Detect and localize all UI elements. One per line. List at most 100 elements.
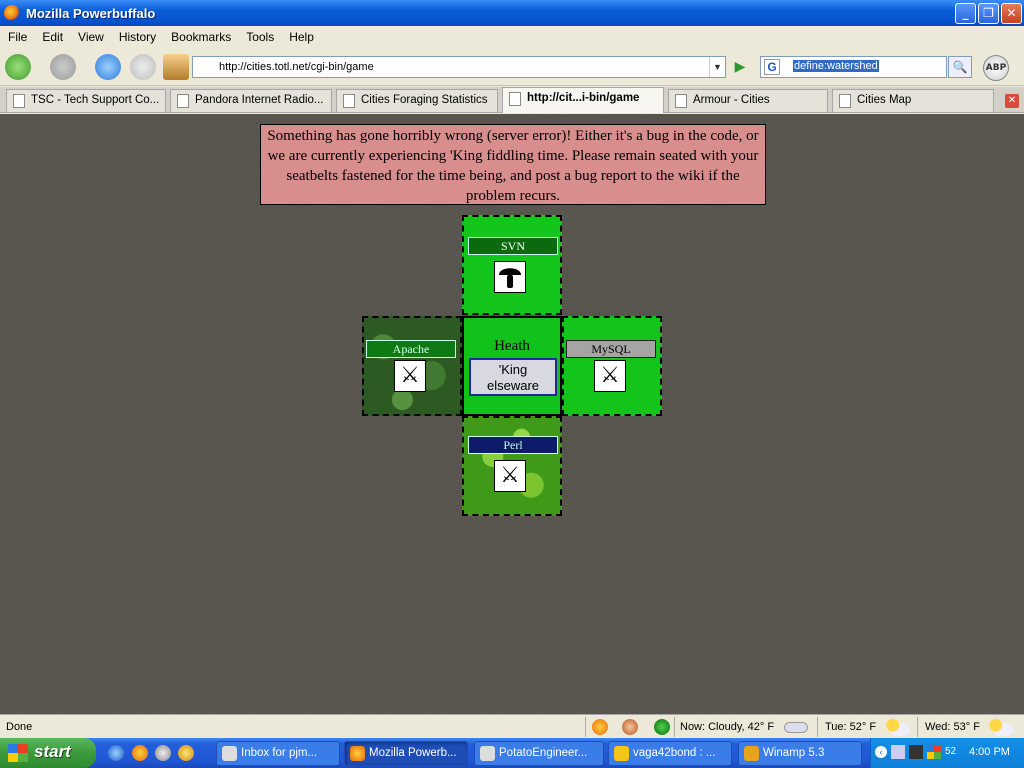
- start-button[interactable]: start: [0, 738, 96, 768]
- search-text: define:watershed: [793, 60, 879, 72]
- partly-cloudy-icon: [988, 718, 1014, 736]
- winamp-icon: [744, 746, 759, 761]
- taskbar: start Inbox for pjm... Mozilla Powerb...…: [0, 738, 1024, 768]
- crossed-swords-icon[interactable]: ⚔: [394, 360, 426, 392]
- tile-east[interactable]: MySQL ⚔: [562, 316, 662, 416]
- adblock-button[interactable]: ABP: [983, 55, 1009, 81]
- weather-tue[interactable]: Tue: 52° F: [825, 721, 876, 733]
- task-vaga42bond[interactable]: vaga42bond : ...: [608, 741, 732, 766]
- tab-armour[interactable]: Armour - Cities: [668, 89, 828, 112]
- page-content: Something has gone horribly wrong (serve…: [0, 114, 1024, 714]
- task-label: PotatoEngineer...: [499, 747, 588, 759]
- network-icon[interactable]: [909, 745, 923, 759]
- reload-button[interactable]: [95, 54, 121, 80]
- menu-history[interactable]: History: [119, 30, 156, 44]
- back-button[interactable]: [5, 54, 31, 80]
- tab-favicon: [177, 94, 189, 108]
- start-label: start: [34, 742, 71, 761]
- stop-button[interactable]: [130, 54, 156, 80]
- menu-file[interactable]: File: [8, 30, 27, 44]
- task-potatoengineer[interactable]: PotatoEngineer...: [474, 741, 604, 766]
- tray-expand-icon[interactable]: ‹: [875, 746, 887, 758]
- task-label: Inbox for pjm...: [241, 747, 318, 759]
- crossed-swords-icon[interactable]: ⚔: [494, 460, 526, 492]
- menu-bar: File Edit View History Bookmarks Tools H…: [0, 26, 1024, 48]
- status-indicator-icon[interactable]: [654, 719, 670, 735]
- mushroom-icon[interactable]: [494, 261, 526, 293]
- error-message: Something has gone horribly wrong (serve…: [260, 124, 766, 205]
- firefox-quicklaunch-icon[interactable]: [132, 745, 148, 761]
- weather-wed[interactable]: Wed: 53° F: [925, 721, 980, 733]
- task-inbox[interactable]: Inbox for pjm...: [216, 741, 340, 766]
- menu-help[interactable]: Help: [289, 30, 314, 44]
- king-elseware-button[interactable]: 'King elseware: [469, 358, 557, 396]
- tile-center: Heath 'King elseware: [462, 316, 562, 416]
- go-icon[interactable]: ▶: [731, 58, 749, 76]
- magnifier-icon[interactable]: 🔍: [948, 56, 972, 78]
- tab-label: TSC - Tech Support Co...: [31, 94, 160, 106]
- mail-icon: [222, 746, 237, 761]
- tile-west-label: Apache: [366, 340, 456, 358]
- url-input[interactable]: http://cities.totl.net/cgi-bin/game ▼: [192, 56, 726, 78]
- tile-west[interactable]: Apache ⚔: [362, 316, 462, 416]
- tab-favicon: [343, 94, 355, 108]
- status-text: Done: [6, 721, 33, 733]
- tab-cities-map[interactable]: Cities Map: [832, 89, 994, 112]
- title-bar: Mozilla Powerbuffalo _ ❐ ✕: [0, 0, 1024, 26]
- home-icon[interactable]: [163, 54, 189, 80]
- close-button[interactable]: ✕: [1001, 3, 1022, 24]
- tab-favicon: [839, 94, 851, 108]
- location-name: Heath: [494, 338, 530, 354]
- chat-icon: [480, 746, 495, 761]
- monkey-icon[interactable]: [622, 719, 638, 735]
- maximize-button[interactable]: ❐: [978, 3, 999, 24]
- system-tray: ‹ 52 4:00 PM: [870, 738, 1024, 768]
- menu-view[interactable]: View: [78, 30, 104, 44]
- menu-edit[interactable]: Edit: [42, 30, 63, 44]
- tab-favicon: [509, 92, 521, 106]
- url-dropdown-icon[interactable]: ▼: [709, 57, 725, 77]
- tab-game[interactable]: http://cit...i-bin/game: [502, 87, 664, 113]
- minimize-button[interactable]: _: [955, 3, 976, 24]
- volume-icon[interactable]: [891, 745, 905, 759]
- task-label: Mozilla Powerb...: [369, 747, 457, 759]
- status-bar: Done Now: Cloudy, 42° F Tue: 52° F Wed: …: [0, 714, 1024, 738]
- forward-button[interactable]: [50, 54, 76, 80]
- tab-label: Cities Map: [857, 94, 912, 106]
- menu-bookmarks[interactable]: Bookmarks: [171, 30, 231, 44]
- aim-icon: [614, 746, 629, 761]
- tile-north-label: SVN: [468, 237, 558, 255]
- menu-tools[interactable]: Tools: [246, 30, 274, 44]
- tile-east-label: MySQL: [566, 340, 656, 358]
- weather-now[interactable]: Now: Cloudy, 42° F: [680, 721, 774, 733]
- ie-icon[interactable]: [108, 745, 124, 761]
- tile-south[interactable]: Perl ⚔: [462, 416, 562, 516]
- tab-label: Cities Foraging Statistics: [361, 94, 488, 106]
- task-mozilla[interactable]: Mozilla Powerb...: [344, 741, 468, 766]
- tray-app-icon[interactable]: [927, 745, 941, 759]
- task-winamp[interactable]: Winamp 5.3: [738, 741, 862, 766]
- tab-label: http://cit...i-bin/game: [527, 92, 640, 104]
- windows-logo-icon: [8, 744, 28, 762]
- tab-tsc[interactable]: TSC - Tech Support Co...: [6, 89, 166, 112]
- tab-label: Pandora Internet Radio...: [195, 94, 324, 106]
- tab-favicon: [13, 94, 25, 108]
- task-label: Winamp 5.3: [763, 747, 825, 759]
- task-label: vaga42bond : ...: [633, 747, 716, 759]
- cloud-icon: [784, 722, 808, 733]
- tray-number[interactable]: 52: [945, 746, 956, 757]
- partly-cloudy-icon: [885, 718, 911, 736]
- firefox-status-icon[interactable]: [592, 719, 608, 735]
- app-quicklaunch-icon[interactable]: [155, 745, 171, 761]
- crossed-swords-icon[interactable]: ⚔: [594, 360, 626, 392]
- close-tab-icon[interactable]: ✕: [1005, 94, 1019, 108]
- tile-north[interactable]: SVN: [462, 215, 562, 315]
- firefox-icon: [350, 746, 365, 761]
- winamp-quicklaunch-icon[interactable]: [178, 745, 194, 761]
- tab-pandora[interactable]: Pandora Internet Radio...: [170, 89, 332, 112]
- window-title: Mozilla Powerbuffalo: [26, 5, 156, 21]
- tab-label: Armour - Cities: [693, 94, 770, 106]
- search-engine-icon[interactable]: G: [764, 59, 780, 75]
- search-input[interactable]: G define:watershed: [760, 56, 947, 78]
- tab-foraging[interactable]: Cities Foraging Statistics: [336, 89, 498, 112]
